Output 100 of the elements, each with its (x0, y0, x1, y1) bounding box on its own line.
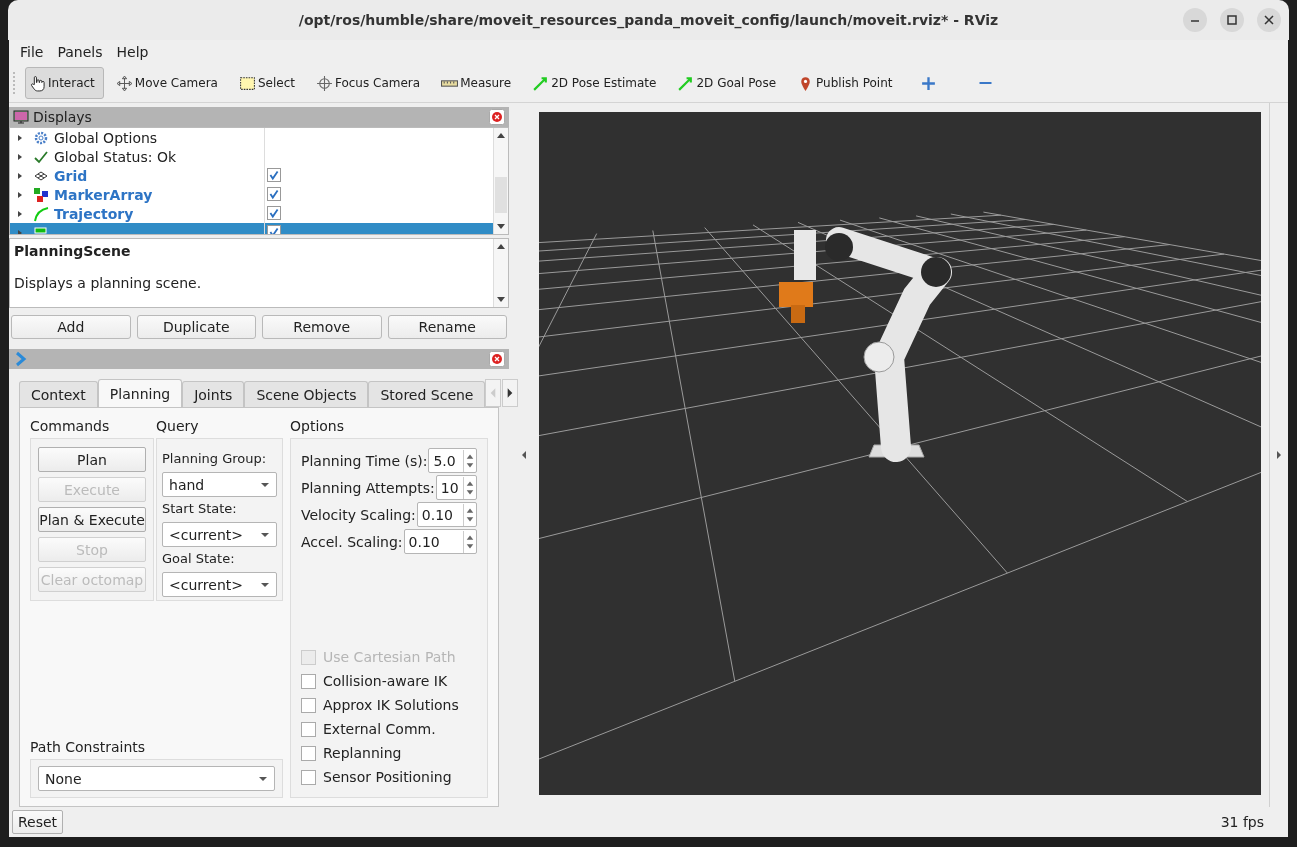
scroll-down-icon[interactable] (497, 297, 505, 302)
tool-button[interactable]: 2D Pose Estimate (528, 67, 666, 99)
hand-pointer-icon (29, 74, 46, 92)
scrollbar[interactable] (493, 239, 508, 307)
dropdown[interactable]: <current> (162, 572, 277, 597)
crosshair-icon (315, 74, 333, 92)
field-label: Planning Group: (162, 451, 268, 466)
tree-row[interactable]: Global Options (10, 128, 493, 147)
checkbox-label: Sensor Positioning (323, 769, 452, 785)
window-title: /opt/ros/humble/share/moveit_resources_panda_moveit_config/launch/moveit.rviz* - RViz (298, 12, 999, 28)
field-label: Accel. Scaling: (301, 533, 403, 550)
robot-arm-drawing[interactable] (779, 227, 952, 462)
close-icon[interactable] (489, 109, 505, 125)
dropdown[interactable]: hand (162, 472, 277, 497)
spin-box[interactable]: 0.10 (416, 502, 477, 527)
tool-button[interactable]: Measure (437, 67, 521, 99)
field-label: Velocity Scaling: (301, 506, 416, 523)
spin-box[interactable]: 0.10 (403, 529, 477, 554)
tab[interactable]: Context (19, 381, 98, 407)
up-down-arrows-icon (463, 449, 476, 472)
menu-item[interactable]: File (20, 44, 44, 60)
expand-arrow-icon[interactable] (16, 152, 24, 161)
checkbox[interactable] (301, 697, 316, 713)
monitor-icon (13, 109, 29, 125)
curve-icon (33, 205, 49, 222)
command-button[interactable]: Plan (38, 447, 146, 472)
display-button[interactable]: Rename (387, 315, 507, 339)
dropdown[interactable]: None (38, 766, 275, 791)
collapse-right-icon[interactable] (1276, 450, 1282, 460)
expand-arrow-icon[interactable] (16, 209, 24, 218)
menu-item[interactable]: Panels (57, 44, 103, 60)
minimize-icon[interactable] (1183, 8, 1207, 32)
up-down-arrows-icon (463, 503, 476, 526)
checkbox[interactable] (267, 205, 281, 220)
up-down-arrows-icon (463, 476, 476, 499)
scrollbar[interactable] (493, 128, 508, 234)
dropdown-arrow-icon (260, 581, 270, 588)
close-icon[interactable] (489, 351, 505, 367)
tool-button[interactable]: Move Camera (111, 67, 227, 99)
tool-button[interactable]: Select (234, 67, 304, 99)
tool-button[interactable]: Focus Camera (311, 67, 430, 99)
display-button[interactable]: Duplicate (136, 315, 256, 339)
reset-button[interactable]: Reset (12, 810, 64, 834)
display-name: MarkerArray (54, 186, 153, 203)
checkbox-label: Replanning (323, 745, 402, 761)
dropdown-arrow-icon (258, 775, 268, 782)
command-button[interactable]: Plan & Execute (38, 507, 146, 532)
tab[interactable]: Stored Scene (368, 381, 486, 407)
spin-box[interactable]: 5.0 (428, 448, 477, 473)
tab[interactable]: Joints (182, 381, 245, 407)
collapse-left-icon[interactable] (521, 450, 527, 460)
minus-icon (979, 82, 993, 84)
scroll-up-icon[interactable] (497, 133, 505, 138)
dropdown[interactable]: <current> (162, 522, 277, 547)
scroll-right-icon[interactable] (502, 379, 519, 407)
spin-box[interactable]: 10 (435, 475, 477, 500)
dropdown-arrow-icon (260, 481, 270, 488)
scroll-up-icon[interactable] (497, 244, 505, 249)
description-title: PlanningScene (14, 243, 132, 259)
tree-row[interactable]: Grid (10, 166, 493, 185)
3d-viewport[interactable] (539, 112, 1261, 795)
tab[interactable]: Planning (97, 379, 183, 407)
checkbox[interactable] (301, 721, 316, 737)
group-title: Commands (30, 418, 111, 434)
scroll-down-icon[interactable] (497, 224, 505, 229)
display-button[interactable]: Remove (262, 315, 382, 339)
tab[interactable]: Scene Objects (244, 381, 369, 407)
checkbox-label: Approx IK Solutions (323, 697, 459, 713)
cubes-icon (33, 186, 49, 203)
tool-button[interactable]: Interact (25, 67, 104, 99)
move-arrows-icon (115, 74, 133, 92)
menu-item[interactable]: Help (116, 44, 149, 60)
expand-arrow-icon[interactable] (16, 133, 24, 142)
display-name: Global Options (54, 129, 158, 146)
checkbox[interactable] (301, 673, 316, 689)
close-icon[interactable] (1257, 8, 1281, 32)
field-label: Planning Time (s): (301, 452, 428, 469)
tool-button[interactable]: 2D Goal Pose (673, 67, 786, 99)
display-button[interactable]: Add (11, 315, 131, 339)
gear-icon (33, 129, 49, 146)
tree-row[interactable]: MarkerArray (10, 185, 493, 204)
expand-arrow-icon[interactable] (16, 190, 24, 199)
tree-row[interactable]: Global Status: Ok (10, 147, 493, 166)
checkbox[interactable] (301, 769, 316, 785)
pose-arrow-icon (532, 74, 550, 92)
display-name: Grid (54, 167, 88, 184)
chevron-icon (13, 351, 29, 367)
checkbox[interactable] (267, 186, 281, 201)
description-text: Displays a planning scene. (14, 275, 203, 291)
maximize-icon[interactable] (1220, 8, 1244, 32)
display-name: Trajectory (54, 205, 134, 222)
expand-arrow-icon[interactable] (16, 171, 24, 180)
plus-icon (920, 74, 938, 92)
display-name: Global Status: Ok (54, 148, 176, 165)
checkbox[interactable] (267, 167, 281, 182)
selection-box-icon (238, 74, 256, 92)
tool-button[interactable]: Publish Point (793, 67, 902, 99)
group-title: Query (156, 418, 200, 434)
checkbox[interactable] (301, 745, 316, 761)
fps-counter: 31 fps (1220, 814, 1264, 830)
